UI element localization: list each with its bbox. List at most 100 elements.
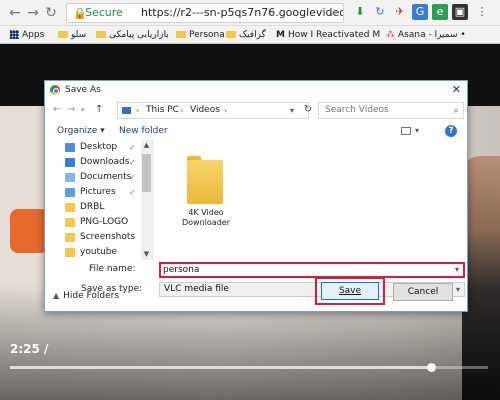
organize-button[interactable]: Organize ▾ bbox=[57, 122, 105, 140]
dialog-toolbar: Organize ▾ New folder ▾ ? bbox=[45, 122, 467, 140]
extension-tab-icon[interactable]: ▣ bbox=[452, 4, 468, 20]
sidebar-item-desktop[interactable]: Desktop ✓ bbox=[57, 140, 149, 155]
save-type-value: VLC media file bbox=[164, 284, 229, 294]
close-icon[interactable]: ✕ bbox=[452, 81, 461, 99]
scroll-up-icon[interactable]: ▲ bbox=[141, 140, 152, 151]
sidebar-item-label: Desktop bbox=[80, 142, 118, 152]
chevron-down-icon[interactable]: ▾ bbox=[455, 264, 459, 276]
bookmarks-bar: Apps سلو بازاریابی پیامکی Persona گرافیک… bbox=[0, 26, 500, 44]
pin-icon: ✓ bbox=[129, 188, 136, 197]
file-list: 4K Video Downloader bbox=[155, 140, 467, 260]
folder-name: 4K Video Downloader bbox=[182, 208, 230, 227]
browser-toolbar: ← → ↻ 🔒 Secure https://r2---sn-p5qs7n76.… bbox=[0, 0, 500, 26]
sidebar-item-downloads[interactable]: Downloads ✓ bbox=[57, 155, 149, 170]
breadcrumb-this-pc[interactable]: This PC bbox=[146, 103, 179, 118]
bookmark-folder[interactable]: بازاریابی پیامکی bbox=[96, 26, 169, 43]
back-icon[interactable]: ← bbox=[6, 4, 24, 22]
sidebar-item-screenshots[interactable]: Screenshots bbox=[57, 230, 149, 245]
bookmark-folder[interactable]: سلو bbox=[58, 26, 86, 43]
pin-icon: ✓ bbox=[129, 173, 136, 182]
navigation-scrollbar[interactable]: ▲ ▼ bbox=[141, 140, 152, 260]
sidebar-item-label: youtube bbox=[80, 247, 118, 257]
search-input[interactable] bbox=[325, 105, 445, 115]
scroll-down-icon[interactable]: ▼ bbox=[141, 249, 152, 260]
video-progress-knob[interactable] bbox=[426, 363, 436, 372]
path-dropdown-icon[interactable]: ▾ bbox=[290, 103, 294, 118]
folder-icon bbox=[187, 160, 223, 204]
bookmark-folder[interactable]: گرافیک bbox=[226, 26, 266, 43]
pin-icon: ✓ bbox=[129, 143, 136, 152]
reload-icon[interactable]: ↻ bbox=[42, 4, 60, 22]
folder-icon bbox=[65, 218, 75, 227]
bookmark-star-icon[interactable]: ☆ bbox=[329, 4, 339, 22]
documents-icon bbox=[65, 173, 75, 182]
dialog-address-row: ← → ▾ ↑ › This PC › Videos › ▾ ↻ ⌕ bbox=[45, 100, 467, 122]
sidebar-item-label: PNG-LOGO bbox=[80, 217, 129, 227]
address-bar[interactable]: 🔒 Secure https://r2---sn-p5qs7n76.google… bbox=[66, 3, 344, 23]
extension-evernote-icon[interactable]: e bbox=[432, 4, 448, 20]
sidebar-item-pictures[interactable]: Pictures ✓ bbox=[57, 185, 149, 200]
folder-icon bbox=[65, 233, 75, 242]
bookmark-asana[interactable]: ⁂ Asana - سمیرا • bbox=[386, 26, 466, 43]
extension-rocket-icon[interactable]: ✈ bbox=[392, 4, 408, 20]
hide-folders-toggle[interactable]: ▲ Hide Folders bbox=[53, 291, 119, 301]
dialog-titlebar: Save As ✕ bbox=[45, 81, 467, 99]
folder-item[interactable]: 4K Video Downloader bbox=[175, 152, 237, 228]
downloads-icon bbox=[65, 158, 75, 167]
folder-icon bbox=[58, 31, 68, 38]
save-highlight: Save bbox=[315, 277, 385, 305]
back-arrow-icon[interactable]: ← bbox=[53, 104, 61, 115]
dialog-footer: ▲ Hide Folders bbox=[45, 291, 467, 313]
bookmark-medium[interactable]: M How I Reactivated M bbox=[276, 26, 380, 43]
extension-download-icon[interactable]: ⬇ bbox=[352, 4, 368, 20]
sidebar-item-youtube[interactable]: youtube bbox=[57, 245, 149, 260]
forward-icon[interactable]: → bbox=[24, 4, 42, 22]
folder-icon bbox=[176, 31, 186, 38]
folder-icon bbox=[65, 203, 75, 212]
pictures-icon bbox=[65, 188, 75, 197]
hide-folders-label: Hide Folders bbox=[63, 291, 120, 301]
breadcrumb[interactable]: › This PC › Videos › ▾ bbox=[117, 102, 309, 119]
this-pc-icon bbox=[122, 107, 131, 114]
asana-icon: ⁂ bbox=[386, 30, 395, 40]
breadcrumb-separator-icon: › bbox=[180, 106, 184, 115]
forward-arrow-icon[interactable]: → bbox=[67, 104, 75, 115]
navigation-pane: Desktop ✓ Downloads ✓ Documents ✓ Pictur… bbox=[45, 140, 153, 260]
bookmark-folder[interactable]: Persona bbox=[176, 26, 225, 43]
breadcrumb-videos[interactable]: Videos bbox=[190, 103, 220, 118]
sidebar-item-label: Documents bbox=[80, 172, 132, 182]
video-progress-bar[interactable] bbox=[10, 363, 488, 372]
file-name-input[interactable] bbox=[163, 265, 443, 275]
sidebar-item-label: Downloads bbox=[80, 157, 130, 167]
sidebar-item-drbl[interactable]: DRBL bbox=[57, 200, 149, 215]
view-options-icon[interactable] bbox=[401, 127, 411, 135]
save-as-dialog: Save As ✕ ← → ▾ ↑ › This PC › Videos › ▾… bbox=[44, 80, 468, 312]
up-arrow-icon[interactable]: ↑ bbox=[95, 104, 103, 115]
extension-refresh-icon[interactable]: ↻ bbox=[372, 4, 388, 20]
new-folder-button[interactable]: New folder bbox=[119, 122, 168, 140]
file-name-field[interactable]: ▾ bbox=[159, 262, 465, 278]
video-progress-fill bbox=[10, 366, 431, 369]
chevron-down-icon[interactable]: ▾ bbox=[456, 283, 460, 296]
bookmark-apps[interactable]: Apps bbox=[10, 26, 44, 43]
video-timecode: 2:25 / bbox=[10, 342, 49, 356]
pin-icon: ✓ bbox=[129, 158, 136, 167]
file-name-label: File name: bbox=[89, 264, 136, 274]
folder-icon bbox=[96, 31, 106, 38]
search-field[interactable]: ⌕ bbox=[318, 102, 464, 119]
view-dropdown-icon[interactable]: ▾ bbox=[415, 122, 419, 140]
save-button[interactable]: Save bbox=[321, 282, 379, 300]
security-label: Secure bbox=[85, 6, 123, 19]
extension-translate-icon[interactable]: G bbox=[412, 4, 428, 20]
refresh-icon[interactable]: ↻ bbox=[301, 103, 315, 117]
recent-dropdown-icon[interactable]: ▾ bbox=[81, 106, 85, 114]
menu-icon[interactable]: ⋮ bbox=[474, 4, 490, 20]
sidebar-item-png-logo[interactable]: PNG-LOGO bbox=[57, 215, 149, 230]
apps-grid-icon bbox=[10, 30, 19, 39]
sidebar-item-label: DRBL bbox=[80, 202, 105, 212]
sidebar-item-documents[interactable]: Documents ✓ bbox=[57, 170, 149, 185]
help-icon[interactable]: ? bbox=[445, 125, 457, 137]
scrollbar-thumb[interactable] bbox=[142, 154, 151, 192]
cancel-button[interactable]: Cancel bbox=[393, 283, 453, 301]
search-icon: ⌕ bbox=[453, 105, 459, 116]
